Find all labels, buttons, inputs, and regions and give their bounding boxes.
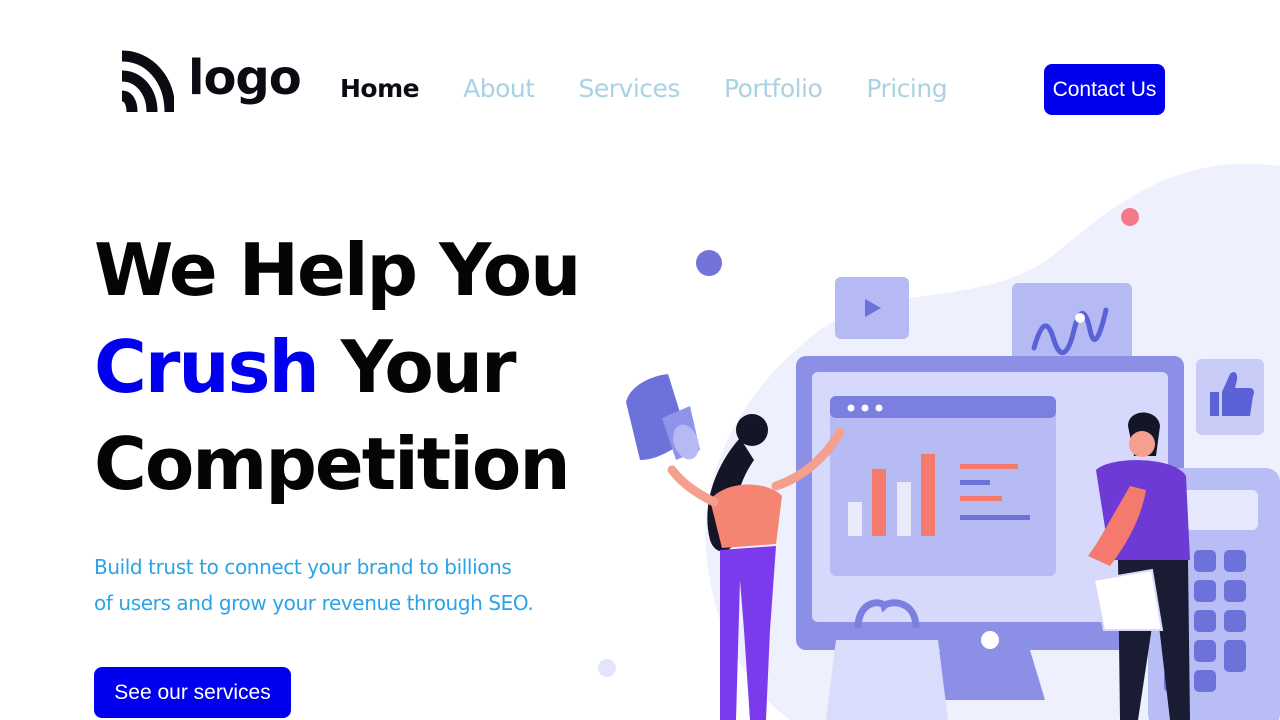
megaphone-icon	[626, 374, 700, 460]
headline-accent: Crush	[94, 325, 320, 409]
nav-about[interactable]: About	[463, 72, 535, 106]
analytics-window	[830, 396, 1056, 576]
hero-illustration	[598, 163, 1280, 720]
hero-subtext: Build trust to connect your brand to bil…	[94, 555, 534, 615]
wifi-signal-logo-icon	[121, 50, 174, 113]
headline-line3: Competition	[94, 422, 571, 506]
play-icon	[835, 277, 909, 339]
contact-us-button[interactable]: Contact Us	[1044, 64, 1165, 115]
nav-portfolio[interactable]: Portfolio	[724, 72, 823, 106]
logo[interactable]: logo	[118, 50, 302, 118]
decor-dot-purple	[696, 250, 722, 276]
nav-services[interactable]: Services	[579, 72, 681, 106]
logo-text: logo	[188, 50, 302, 106]
decor-dot-light	[598, 659, 616, 677]
main-nav: Home About Services Portfolio Pricing	[340, 72, 991, 106]
decor-dot-coral	[1121, 208, 1139, 226]
see-services-button[interactable]: See our services	[94, 667, 291, 718]
nav-home[interactable]: Home	[340, 72, 420, 106]
nav-pricing[interactable]: Pricing	[866, 72, 947, 106]
thumbs-up-icon	[1196, 359, 1264, 435]
headline-line2-rest: Your	[317, 325, 517, 409]
hero-headline: We Help You Crush Your Competition	[94, 222, 581, 513]
headline-line1: We Help You	[94, 228, 581, 312]
monitor-button	[977, 627, 1003, 653]
